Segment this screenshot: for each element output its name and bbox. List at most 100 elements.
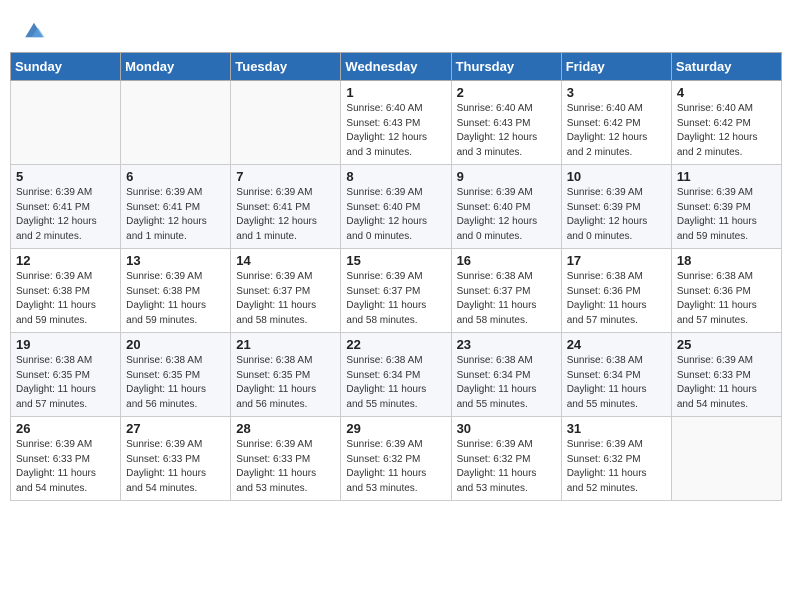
day-number: 21	[236, 337, 335, 352]
day-number: 31	[567, 421, 666, 436]
day-info: Sunrise: 6:39 AM Sunset: 6:38 PM Dayligh…	[16, 270, 115, 328]
calendar-cell: 29 Sunrise: 6:39 AM Sunset: 6:32 PM Dayli…	[341, 417, 451, 501]
day-info: Sunrise: 6:39 AM Sunset: 6:32 PM Dayligh…	[346, 438, 445, 496]
day-info: Sunrise: 6:39 AM Sunset: 6:41 PM Dayligh…	[236, 186, 335, 244]
day-info: Sunrise: 6:38 AM Sunset: 6:34 PM Dayligh…	[457, 354, 556, 412]
day-number: 26	[16, 421, 115, 436]
day-info: Sunrise: 6:39 AM Sunset: 6:39 PM Dayligh…	[567, 186, 666, 244]
calendar-cell: 10 Sunrise: 6:39 AM Sunset: 6:39 PM Dayli…	[561, 165, 671, 249]
day-info: Sunrise: 6:38 AM Sunset: 6:36 PM Dayligh…	[677, 270, 776, 328]
day-number: 18	[677, 253, 776, 268]
calendar-week-row: 5 Sunrise: 6:39 AM Sunset: 6:41 PM Daylig…	[11, 165, 782, 249]
day-number: 20	[126, 337, 225, 352]
calendar-cell	[121, 81, 231, 165]
calendar-cell: 17Sunrise: 6:38 AM Sunset: 6:36 PM Dayli…	[561, 249, 671, 333]
calendar-cell: 19 Sunrise: 6:38 AM Sunset: 6:35 PM Dayli…	[11, 333, 121, 417]
day-number: 13	[126, 253, 225, 268]
day-number: 14	[236, 253, 335, 268]
day-info: Sunrise: 6:38 AM Sunset: 6:35 PM Dayligh…	[16, 354, 115, 412]
day-info: Sunrise: 6:39 AM Sunset: 6:37 PM Dayligh…	[236, 270, 335, 328]
calendar-cell: 8Sunrise: 6:39 AM Sunset: 6:40 PM Daylig…	[341, 165, 451, 249]
calendar-cell: 14 Sunrise: 6:39 AM Sunset: 6:37 PM Dayli…	[231, 249, 341, 333]
calendar-cell: 12 Sunrise: 6:39 AM Sunset: 6:38 PM Dayli…	[11, 249, 121, 333]
day-number: 10	[567, 169, 666, 184]
day-number: 12	[16, 253, 115, 268]
day-info: Sunrise: 6:39 AM Sunset: 6:32 PM Dayligh…	[567, 438, 666, 496]
day-number: 28	[236, 421, 335, 436]
calendar-cell: 22 Sunrise: 6:38 AM Sunset: 6:34 PM Dayli…	[341, 333, 451, 417]
weekday-header-cell: Saturday	[671, 53, 781, 81]
calendar-cell: 30 Sunrise: 6:39 AM Sunset: 6:32 PM Dayli…	[451, 417, 561, 501]
calendar-cell: 20Sunrise: 6:38 AM Sunset: 6:35 PM Dayli…	[121, 333, 231, 417]
calendar-cell: 11Sunrise: 6:39 AM Sunset: 6:39 PM Dayli…	[671, 165, 781, 249]
day-number: 23	[457, 337, 556, 352]
day-info: Sunrise: 6:38 AM Sunset: 6:37 PM Dayligh…	[457, 270, 556, 328]
day-info: Sunrise: 6:38 AM Sunset: 6:34 PM Dayligh…	[567, 354, 666, 412]
calendar-cell: 27Sunrise: 6:39 AM Sunset: 6:33 PM Dayli…	[121, 417, 231, 501]
day-number: 15	[346, 253, 445, 268]
weekday-header-cell: Monday	[121, 53, 231, 81]
day-info: Sunrise: 6:39 AM Sunset: 6:33 PM Dayligh…	[126, 438, 225, 496]
day-number: 9	[457, 169, 556, 184]
calendar-cell: 9 Sunrise: 6:39 AM Sunset: 6:40 PM Daylig…	[451, 165, 561, 249]
day-number: 6	[126, 169, 225, 184]
calendar-cell: 13Sunrise: 6:39 AM Sunset: 6:38 PM Dayli…	[121, 249, 231, 333]
calendar-cell: 2 Sunrise: 6:40 AM Sunset: 6:43 PM Daylig…	[451, 81, 561, 165]
day-info: Sunrise: 6:38 AM Sunset: 6:35 PM Dayligh…	[236, 354, 335, 412]
day-info: Sunrise: 6:40 AM Sunset: 6:43 PM Dayligh…	[346, 102, 445, 160]
calendar-cell	[671, 417, 781, 501]
day-number: 1	[346, 85, 445, 100]
calendar-cell: 25Sunrise: 6:39 AM Sunset: 6:33 PM Dayli…	[671, 333, 781, 417]
day-info: Sunrise: 6:39 AM Sunset: 6:40 PM Dayligh…	[457, 186, 556, 244]
day-info: Sunrise: 6:40 AM Sunset: 6:42 PM Dayligh…	[567, 102, 666, 160]
weekday-header-cell: Wednesday	[341, 53, 451, 81]
day-info: Sunrise: 6:39 AM Sunset: 6:33 PM Dayligh…	[236, 438, 335, 496]
day-number: 5	[16, 169, 115, 184]
calendar-cell: 1 Sunrise: 6:40 AM Sunset: 6:43 PM Daylig…	[341, 81, 451, 165]
calendar-cell: 26 Sunrise: 6:39 AM Sunset: 6:33 PM Dayli…	[11, 417, 121, 501]
day-number: 11	[677, 169, 776, 184]
day-info: Sunrise: 6:40 AM Sunset: 6:43 PM Dayligh…	[457, 102, 556, 160]
calendar-body: 1 Sunrise: 6:40 AM Sunset: 6:43 PM Daylig…	[11, 81, 782, 501]
calendar-cell: 31 Sunrise: 6:39 AM Sunset: 6:32 PM Dayli…	[561, 417, 671, 501]
calendar-cell: 16 Sunrise: 6:38 AM Sunset: 6:37 PM Dayli…	[451, 249, 561, 333]
weekday-header-cell: Tuesday	[231, 53, 341, 81]
weekday-header-cell: Sunday	[11, 53, 121, 81]
day-info: Sunrise: 6:39 AM Sunset: 6:37 PM Dayligh…	[346, 270, 445, 328]
calendar-cell: 15 Sunrise: 6:39 AM Sunset: 6:37 PM Dayli…	[341, 249, 451, 333]
day-number: 25	[677, 337, 776, 352]
day-number: 16	[457, 253, 556, 268]
calendar-cell	[11, 81, 121, 165]
calendar-cell: 5 Sunrise: 6:39 AM Sunset: 6:41 PM Daylig…	[11, 165, 121, 249]
weekday-header-row: SundayMondayTuesdayWednesdayThursdayFrid…	[11, 53, 782, 81]
day-number: 8	[346, 169, 445, 184]
calendar-cell: 6 Sunrise: 6:39 AM Sunset: 6:41 PM Daylig…	[121, 165, 231, 249]
day-number: 3	[567, 85, 666, 100]
logo-icon	[22, 18, 46, 42]
day-number: 22	[346, 337, 445, 352]
logo	[20, 18, 46, 42]
day-number: 30	[457, 421, 556, 436]
calendar-cell: 28 Sunrise: 6:39 AM Sunset: 6:33 PM Dayli…	[231, 417, 341, 501]
day-info: Sunrise: 6:38 AM Sunset: 6:34 PM Dayligh…	[346, 354, 445, 412]
calendar-table: SundayMondayTuesdayWednesdayThursdayFrid…	[10, 52, 782, 501]
day-info: Sunrise: 6:39 AM Sunset: 6:33 PM Dayligh…	[16, 438, 115, 496]
day-number: 19	[16, 337, 115, 352]
day-info: Sunrise: 6:39 AM Sunset: 6:32 PM Dayligh…	[457, 438, 556, 496]
day-info: Sunrise: 6:39 AM Sunset: 6:41 PM Dayligh…	[126, 186, 225, 244]
day-info: Sunrise: 6:38 AM Sunset: 6:36 PM Dayligh…	[567, 270, 666, 328]
calendar-week-row: 26 Sunrise: 6:39 AM Sunset: 6:33 PM Dayli…	[11, 417, 782, 501]
day-number: 7	[236, 169, 335, 184]
day-number: 29	[346, 421, 445, 436]
day-number: 2	[457, 85, 556, 100]
calendar-cell: 7 Sunrise: 6:39 AM Sunset: 6:41 PM Daylig…	[231, 165, 341, 249]
calendar-cell: 21 Sunrise: 6:38 AM Sunset: 6:35 PM Dayli…	[231, 333, 341, 417]
calendar-cell: 18 Sunrise: 6:38 AM Sunset: 6:36 PM Dayli…	[671, 249, 781, 333]
calendar-cell: 3 Sunrise: 6:40 AM Sunset: 6:42 PM Daylig…	[561, 81, 671, 165]
calendar-cell: 24Sunrise: 6:38 AM Sunset: 6:34 PM Dayli…	[561, 333, 671, 417]
page-header	[10, 10, 782, 46]
calendar-cell: 23 Sunrise: 6:38 AM Sunset: 6:34 PM Dayli…	[451, 333, 561, 417]
calendar-cell	[231, 81, 341, 165]
day-info: Sunrise: 6:39 AM Sunset: 6:41 PM Dayligh…	[16, 186, 115, 244]
weekday-header-cell: Thursday	[451, 53, 561, 81]
